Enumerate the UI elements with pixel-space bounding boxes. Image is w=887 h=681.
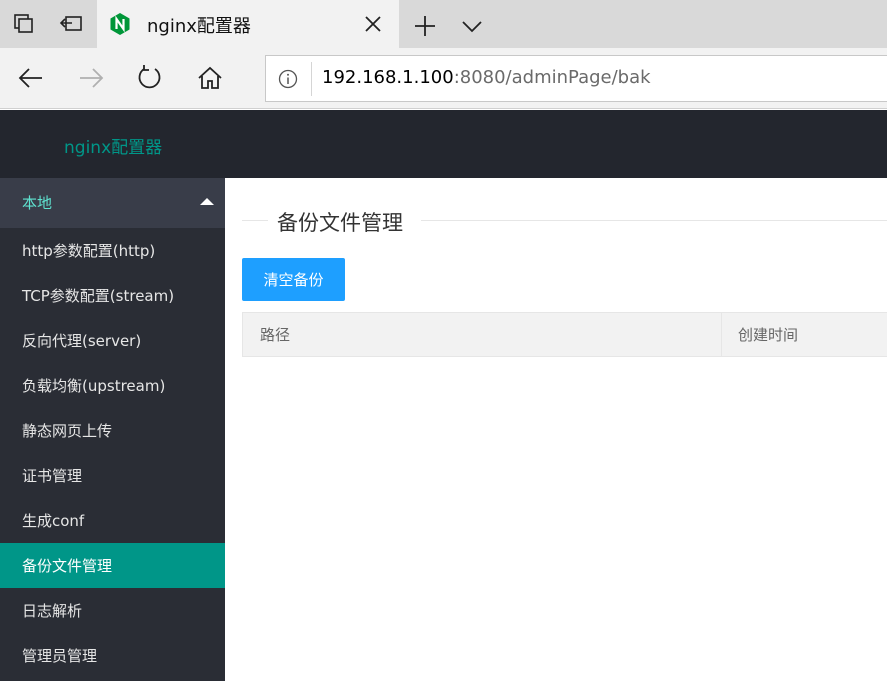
forward-icon[interactable] (77, 64, 105, 92)
nginx-logo-icon (110, 13, 130, 35)
sidebar-item[interactable]: 静态网页上传 (0, 408, 225, 453)
clear-backup-button[interactable]: 清空备份 (242, 258, 345, 301)
tab-title: nginx配置器 (147, 16, 251, 37)
column-header-created-time[interactable]: 创建时间 (738, 313, 798, 356)
close-tab-icon[interactable] (363, 14, 383, 34)
sidebar-item[interactable]: 反向代理(server) (0, 318, 225, 363)
new-tab-icon[interactable] (413, 14, 437, 38)
sidebar-item-label: 反向代理(server) (22, 332, 142, 350)
sidebar-item-label: http参数配置(http) (22, 242, 156, 260)
refresh-icon[interactable] (136, 64, 164, 92)
back-icon[interactable] (17, 64, 45, 92)
table-header: 路径 创建时间 (242, 312, 887, 357)
sidebar-item-label: 管理员管理 (22, 647, 98, 665)
main-content: 备份文件管理 清空备份 路径 创建时间 (225, 178, 887, 681)
column-divider (721, 313, 722, 356)
column-header-path[interactable]: 路径 (260, 313, 290, 356)
fieldset-rule-left (242, 220, 268, 221)
browser-tab[interactable]: nginx配置器 (97, 0, 399, 48)
browser-toolbar: 192.168.1.100:8080/adminPage/bak (0, 48, 887, 109)
browser-tab-strip: nginx配置器 (0, 0, 887, 48)
tab-actions-icon[interactable] (10, 10, 38, 38)
sidebar-item[interactable]: 管理员管理 (0, 633, 225, 678)
sidebar: 本地 http参数配置(http) TCP参数配置(stream) 反向代理(ser… (0, 178, 225, 681)
sidebar-group-local[interactable]: 本地 (0, 178, 225, 228)
info-icon[interactable] (278, 69, 298, 89)
sidebar-item[interactable]: 生成conf (0, 498, 225, 543)
sidebar-item-label: 静态网页上传 (22, 422, 113, 440)
url-host: 192.168.1.100 (322, 67, 454, 88)
sidebar-item-label: 日志解析 (22, 602, 83, 620)
set-aside-tabs-icon[interactable] (57, 10, 85, 38)
sidebar-item[interactable]: 备份文件管理 (0, 543, 225, 588)
url-text[interactable]: 192.168.1.100:8080/adminPage/bak (322, 67, 651, 88)
sidebar-item[interactable]: 日志解析 (0, 588, 225, 633)
home-icon[interactable] (196, 64, 224, 92)
sidebar-item[interactable]: TCP参数配置(stream) (0, 273, 225, 318)
fieldset-rule-right (421, 220, 887, 221)
sidebar-group-label: 本地 (22, 194, 53, 212)
sidebar-item[interactable]: 负载均衡(upstream) (0, 363, 225, 408)
address-divider (311, 62, 312, 96)
sidebar-item[interactable]: 证书管理 (0, 453, 225, 498)
sidebar-item-label: TCP参数配置(stream) (22, 287, 175, 305)
app-header: nginx配置器 (0, 110, 887, 178)
chevron-down-icon[interactable] (460, 14, 484, 38)
sidebar-item-label: 负载均衡(upstream) (22, 377, 166, 395)
caret-up-icon (200, 198, 214, 205)
app-logo[interactable]: nginx配置器 (64, 133, 162, 158)
sidebar-item-label: 证书管理 (22, 467, 83, 485)
sidebar-item-label: 生成conf (22, 512, 85, 530)
sidebar-item-label: 备份文件管理 (22, 557, 113, 575)
page-title: 备份文件管理 (276, 207, 404, 237)
address-bar[interactable]: 192.168.1.100:8080/adminPage/bak (265, 55, 887, 102)
sidebar-item[interactable]: http参数配置(http) (0, 228, 225, 273)
url-path: :8080/adminPage/bak (453, 67, 651, 88)
